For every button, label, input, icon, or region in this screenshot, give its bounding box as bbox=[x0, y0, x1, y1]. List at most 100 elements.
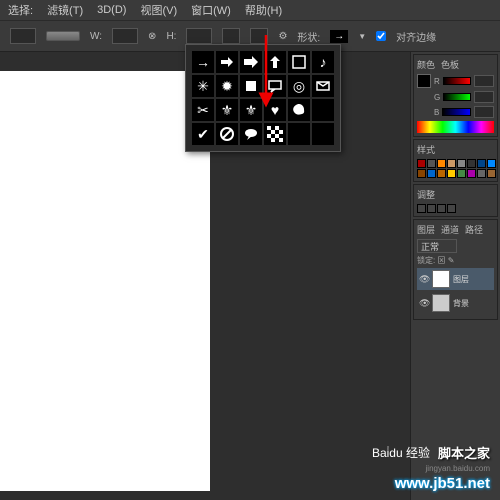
r-input[interactable] bbox=[474, 75, 494, 87]
style-swatch[interactable] bbox=[477, 159, 486, 168]
shape-checker[interactable] bbox=[264, 123, 286, 145]
color-spectrum[interactable] bbox=[417, 121, 494, 133]
shape-talk-rect[interactable] bbox=[264, 75, 286, 97]
link-icon[interactable]: ⊗ bbox=[148, 31, 156, 42]
shape-arrow-right[interactable] bbox=[216, 51, 238, 73]
style-swatch[interactable] bbox=[457, 169, 466, 178]
style-swatch[interactable] bbox=[427, 159, 436, 168]
shape-heart[interactable]: ♥ bbox=[264, 99, 286, 121]
b-label: B bbox=[434, 108, 439, 117]
g-slider[interactable] bbox=[443, 93, 471, 101]
shape-no-symbol[interactable] bbox=[216, 123, 238, 145]
paths-tab[interactable]: 路径 bbox=[465, 223, 483, 236]
adjust-icon[interactable] bbox=[427, 204, 436, 213]
shape-square-outline[interactable] bbox=[288, 51, 310, 73]
shape-starburst[interactable]: ✹ bbox=[216, 75, 238, 97]
swatch-tab[interactable]: 色板 bbox=[441, 58, 459, 71]
document-canvas[interactable] bbox=[0, 71, 210, 491]
style-swatch[interactable] bbox=[457, 159, 466, 168]
styles-tab[interactable]: 样式 bbox=[417, 143, 435, 156]
shape-blob[interactable] bbox=[288, 99, 310, 121]
shape-arrow-bold[interactable] bbox=[240, 51, 262, 73]
adjust-icon[interactable] bbox=[417, 204, 426, 213]
layers-panel: 图层 通道 路径 正常 锁定: ⊠ ✎ 👁 图层 👁 背景 bbox=[413, 219, 498, 320]
adjust-tab[interactable]: 调整 bbox=[417, 188, 435, 201]
layer-thumb[interactable] bbox=[432, 294, 450, 312]
shape-checkmark[interactable]: ✔ bbox=[192, 123, 214, 145]
shape-arrow-thin[interactable]: → bbox=[192, 51, 214, 73]
custom-shape-picker[interactable]: → ♪ ✳ ✹ ◎ ✂ ⚜ ⚜ ♥ ✔ bbox=[185, 44, 341, 152]
menu-view[interactable]: 视图(V) bbox=[140, 2, 177, 18]
path-ops[interactable] bbox=[222, 28, 240, 44]
style-swatch[interactable] bbox=[417, 159, 426, 168]
style-swatch[interactable] bbox=[477, 169, 486, 178]
style-swatch[interactable] bbox=[417, 169, 426, 178]
shape-envelope[interactable] bbox=[312, 75, 334, 97]
layer-name: 背景 bbox=[453, 298, 469, 309]
style-swatch[interactable] bbox=[467, 169, 476, 178]
layers-tab[interactable]: 图层 bbox=[417, 223, 435, 236]
styles-panel: 样式 bbox=[413, 139, 498, 182]
height-input[interactable] bbox=[186, 28, 212, 44]
b-input[interactable] bbox=[474, 106, 494, 118]
color-panel: 颜色 色板 R G B bbox=[413, 54, 498, 137]
shape-speech-bubble[interactable] bbox=[240, 123, 262, 145]
style-swatch[interactable] bbox=[487, 159, 496, 168]
site-name-cn: 脚本之家 bbox=[438, 443, 490, 462]
menu-window[interactable]: 窗口(W) bbox=[191, 2, 231, 18]
layer-name: 图层 bbox=[453, 274, 469, 285]
menu-bar: 选择: 滤镜(T) 3D(D) 视图(V) 窗口(W) 帮助(H) bbox=[0, 0, 500, 20]
color-tab[interactable]: 颜色 bbox=[417, 58, 435, 71]
layer-thumb[interactable] bbox=[432, 270, 450, 288]
lock-label: 锁定: bbox=[417, 256, 435, 265]
menu-3d[interactable]: 3D(D) bbox=[97, 4, 126, 16]
menu-select[interactable]: 选择: bbox=[8, 2, 33, 18]
shape-burst[interactable]: ✳ bbox=[192, 75, 214, 97]
shape-arrow-up[interactable] bbox=[264, 51, 286, 73]
r-slider[interactable] bbox=[443, 77, 471, 85]
watermark: Bai̇du 经验 脚本之家 jingyan.baidu.com www.jb5… bbox=[372, 443, 490, 492]
style-swatch[interactable] bbox=[437, 169, 446, 178]
blend-mode-dropdown[interactable]: 正常 bbox=[417, 239, 457, 253]
shape-target[interactable]: ◎ bbox=[288, 75, 310, 97]
b-slider[interactable] bbox=[442, 108, 471, 116]
gear-icon[interactable]: ⚙ bbox=[278, 31, 287, 42]
style-swatch[interactable] bbox=[437, 159, 446, 168]
shape-blank[interactable] bbox=[312, 99, 334, 121]
shape-fleur-outline[interactable]: ⚜ bbox=[216, 99, 238, 121]
visibility-icon[interactable]: 👁 bbox=[419, 298, 429, 308]
visibility-icon[interactable]: 👁 bbox=[419, 274, 429, 284]
style-swatch[interactable] bbox=[447, 169, 456, 178]
align-edges-checkbox[interactable] bbox=[376, 31, 386, 41]
style-swatch[interactable] bbox=[467, 159, 476, 168]
style-swatch[interactable] bbox=[447, 159, 456, 168]
shape-label: 形状: bbox=[297, 29, 320, 44]
g-label: G bbox=[434, 93, 440, 102]
lock-pixel-icon[interactable]: ✎ bbox=[448, 256, 455, 265]
align-edges-label: 对齐边缘 bbox=[396, 29, 436, 44]
style-swatch[interactable] bbox=[487, 169, 496, 178]
lock-icon[interactable]: ⊠ bbox=[437, 256, 445, 265]
layer-row[interactable]: 👁 图层 bbox=[417, 268, 494, 290]
menu-filter[interactable]: 滤镜(T) bbox=[47, 2, 83, 18]
fg-color[interactable] bbox=[417, 74, 431, 88]
style-swatch[interactable] bbox=[427, 169, 436, 178]
shape-music-note[interactable]: ♪ bbox=[312, 51, 334, 73]
shape-preview[interactable]: → bbox=[330, 30, 348, 43]
layer-row[interactable]: 👁 背景 bbox=[417, 292, 494, 314]
shape-scissors[interactable]: ✂ bbox=[192, 99, 214, 121]
channels-tab[interactable]: 通道 bbox=[441, 223, 459, 236]
shape-blank[interactable] bbox=[312, 123, 334, 145]
adjust-icon[interactable] bbox=[447, 204, 456, 213]
fill-swatch[interactable] bbox=[10, 28, 36, 44]
stroke-swatch[interactable] bbox=[46, 31, 80, 41]
shape-blank[interactable] bbox=[288, 123, 310, 145]
shape-tile[interactable] bbox=[240, 75, 262, 97]
shape-fleur-solid[interactable]: ⚜ bbox=[240, 99, 262, 121]
g-input[interactable] bbox=[474, 91, 494, 103]
width-input[interactable] bbox=[112, 28, 138, 44]
align-ops[interactable] bbox=[250, 28, 268, 44]
menu-help[interactable]: 帮助(H) bbox=[245, 2, 282, 18]
adjust-icon[interactable] bbox=[437, 204, 446, 213]
h-label: H: bbox=[166, 31, 176, 42]
